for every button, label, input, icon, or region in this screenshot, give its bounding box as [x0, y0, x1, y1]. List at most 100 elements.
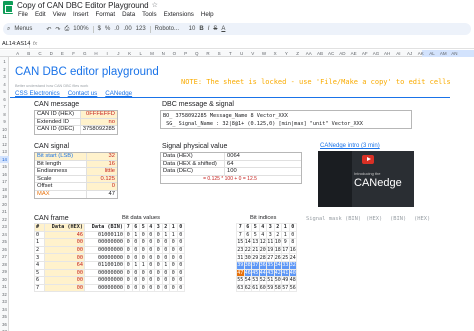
menu-data[interactable]: Data: [122, 11, 135, 18]
row-header-20[interactable]: 20: [0, 201, 9, 209]
row-header-17[interactable]: 17: [0, 178, 9, 186]
row-header-26[interactable]: 26: [0, 246, 9, 254]
row-header-7[interactable]: 7: [0, 103, 9, 111]
byte-hex-cell[interactable]: 00: [44, 276, 85, 285]
can-id-hex-row[interactable]: CAN ID (HEX) 0FFFEFFD: [35, 111, 117, 119]
row-header-23[interactable]: 23: [0, 223, 9, 231]
row-header-21[interactable]: 21: [0, 208, 9, 216]
data-dec-value[interactable]: 100: [225, 168, 301, 175]
column-header-g[interactable]: G: [79, 51, 90, 56]
data-hex-shifted-value[interactable]: 64: [225, 161, 301, 168]
menus-search[interactable]: Menus: [14, 26, 42, 32]
row-header-35[interactable]: 35: [0, 313, 9, 321]
column-header-d[interactable]: D: [46, 51, 57, 56]
row-header-14[interactable]: 14: [0, 155, 9, 163]
link-contact-us[interactable]: Contact us: [68, 90, 98, 97]
column-header-am[interactable]: AM: [438, 51, 449, 56]
star-icon[interactable]: ☆: [152, 1, 158, 9]
font-select[interactable]: Roboto...: [155, 26, 185, 32]
bold-button[interactable]: B: [199, 26, 203, 32]
row-header-16[interactable]: 16: [0, 171, 9, 179]
column-header-t[interactable]: T: [225, 51, 236, 56]
row-header-24[interactable]: 24: [0, 231, 9, 239]
column-header-ac[interactable]: AC: [326, 51, 337, 56]
column-header[interactable]: A B C D E F G H I J K L M N O P Q R S T U V W X Y Z AA AB AC AD AE AF AG…: [0, 50, 474, 57]
column-header-ak[interactable]: AK: [415, 51, 426, 56]
menu-view[interactable]: View: [53, 11, 66, 18]
zoom-select[interactable]: 100%: [73, 26, 88, 32]
row-header-29[interactable]: 29: [0, 268, 9, 276]
can-id-dec-value[interactable]: 3758092285: [81, 126, 117, 134]
byte-hex-cell[interactable]: 00: [44, 283, 85, 293]
byte-hex-cell[interactable]: 00: [44, 238, 85, 247]
column-header-ag[interactable]: AG: [370, 51, 381, 56]
row-header-5[interactable]: 5: [0, 88, 9, 96]
column-header-h[interactable]: H: [90, 51, 101, 56]
column-header-ad[interactable]: AD: [337, 51, 348, 56]
scale-value[interactable]: 0.125: [87, 175, 117, 182]
column-header-k[interactable]: K: [124, 51, 135, 56]
can-id-hex-value[interactable]: 0FFFEFFD: [81, 111, 117, 118]
offset-row[interactable]: Offset 0: [35, 183, 117, 191]
column-header-af[interactable]: AF: [359, 51, 370, 56]
row-header-13[interactable]: 13: [0, 148, 9, 156]
column-header-an[interactable]: AN: [449, 51, 460, 56]
row-header-1[interactable]: 1: [0, 58, 9, 66]
link-css-electronics[interactable]: CSS Electronics: [15, 90, 60, 97]
bit-length-value[interactable]: 16: [87, 160, 117, 167]
row-header-36[interactable]: 36: [0, 321, 9, 329]
row-header-33[interactable]: 33: [0, 298, 9, 306]
row-header-12[interactable]: 12: [0, 141, 9, 149]
can-id-dec-row[interactable]: CAN ID (DEC) 3758092285: [35, 126, 117, 134]
print-icon[interactable]: ⎙: [64, 26, 69, 33]
column-header-ai[interactable]: AI: [393, 51, 404, 56]
row-header-22[interactable]: 22: [0, 216, 9, 224]
row-header-32[interactable]: 32: [0, 291, 9, 299]
bit-start-row[interactable]: Bit start (LSB) 32: [35, 153, 117, 161]
row-header-8[interactable]: 8: [0, 111, 9, 119]
can-frame-row[interactable]: 4 64 01100100: [34, 260, 125, 270]
row-header[interactable]: 1 2 3 4 5 6 7 8 9 10 11 12 13 14 15 16 17 18 19 20 21 22 23 24 2…: [0, 57, 9, 331]
row-header-6[interactable]: 6: [0, 96, 9, 104]
data-dec-row[interactable]: Data (DEC) 100: [161, 168, 301, 176]
row-header-30[interactable]: 30: [0, 276, 9, 284]
formula-input[interactable]: [40, 40, 474, 48]
column-header-o[interactable]: O: [169, 51, 180, 56]
can-frame-row[interactable]: 6 00 00000000: [34, 276, 125, 285]
extended-id-value[interactable]: no: [81, 118, 117, 125]
column-header-a[interactable]: A: [12, 51, 23, 56]
column-header-s[interactable]: S: [214, 51, 225, 56]
byte-hex-cell[interactable]: 46: [44, 230, 85, 240]
can-frame-row[interactable]: 0 46 01000110: [34, 230, 125, 240]
row-header-19[interactable]: 19: [0, 193, 9, 201]
bit-start-value[interactable]: 32: [87, 153, 117, 160]
menu-tools[interactable]: Tools: [142, 11, 156, 18]
canedge-video-thumbnail[interactable]: Introducing the CANedge: [318, 151, 414, 207]
search-icon[interactable]: ⌕: [7, 26, 10, 33]
max-row[interactable]: MAX 47: [35, 190, 117, 199]
play-icon[interactable]: [362, 155, 374, 164]
undo-icon[interactable]: ↶: [46, 26, 51, 33]
byte-hex-cell[interactable]: 00: [44, 245, 85, 255]
name-box[interactable]: AL14:AS14: [0, 40, 30, 48]
data-hex-row[interactable]: Data (HEX) 0064: [161, 153, 301, 161]
column-header-f[interactable]: F: [68, 51, 79, 56]
can-frame-row[interactable]: 3 00 00000000: [34, 253, 125, 262]
row-header-4[interactable]: 4: [0, 81, 9, 89]
row-header-2[interactable]: 2: [0, 66, 9, 74]
menu-format[interactable]: Format: [95, 11, 115, 18]
max-value[interactable]: 47: [87, 191, 117, 199]
byte-hex-cell[interactable]: 00: [44, 253, 85, 262]
sheets-logo-icon[interactable]: [3, 0, 13, 14]
row-header-25[interactable]: 25: [0, 238, 9, 246]
byte-hex-cell[interactable]: 00: [44, 268, 85, 278]
dbc-box[interactable]: BO_ 3758092285 Message_Name 8 Vector_XXX…: [160, 110, 412, 129]
row-header-3[interactable]: 3: [0, 73, 9, 81]
can-frame-row[interactable]: 1 00 00000000: [34, 238, 125, 247]
column-header-n[interactable]: N: [158, 51, 169, 56]
row-header-9[interactable]: 9: [0, 118, 9, 126]
canedge-video-link[interactable]: CANedge intro (3 min): [320, 143, 380, 149]
italic-button[interactable]: I: [208, 26, 210, 32]
cell-grid[interactable]: CAN DBC editor playground NOTE: The shee…: [10, 57, 474, 331]
decrease-decimal-button[interactable]: .0: [114, 26, 119, 32]
